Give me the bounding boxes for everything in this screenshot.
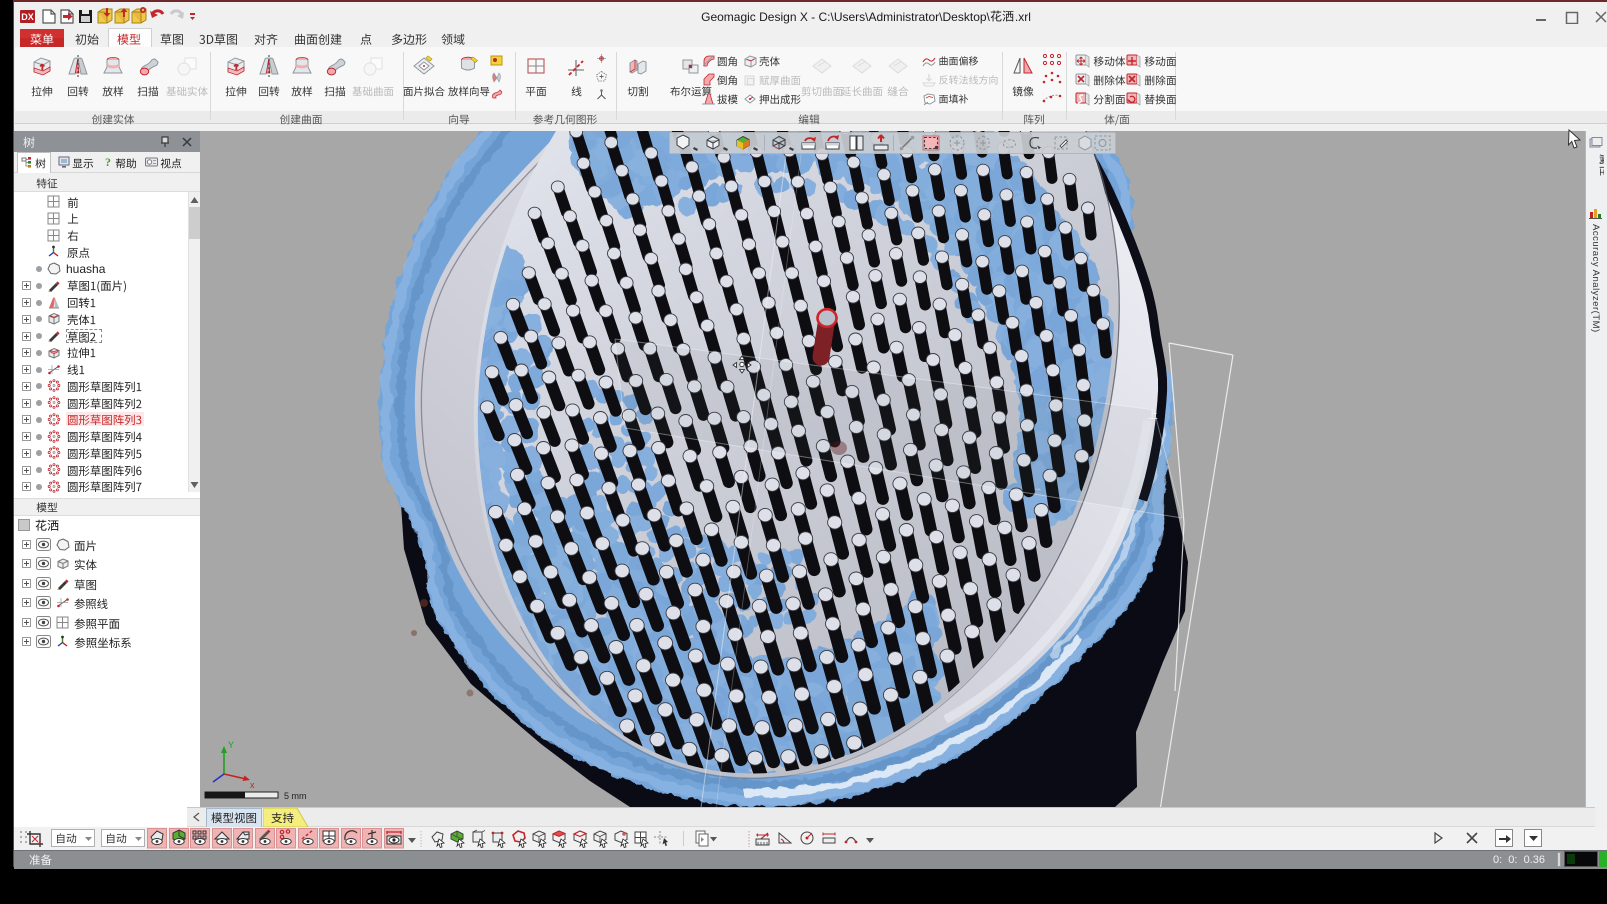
svg-text:x: x [250,780,255,790]
svg-text:Y: Y [228,740,234,750]
svg-text:5 mm: 5 mm [284,791,307,801]
svg-text:DX: DX [21,12,34,22]
svg-text:?: ? [105,155,111,168]
